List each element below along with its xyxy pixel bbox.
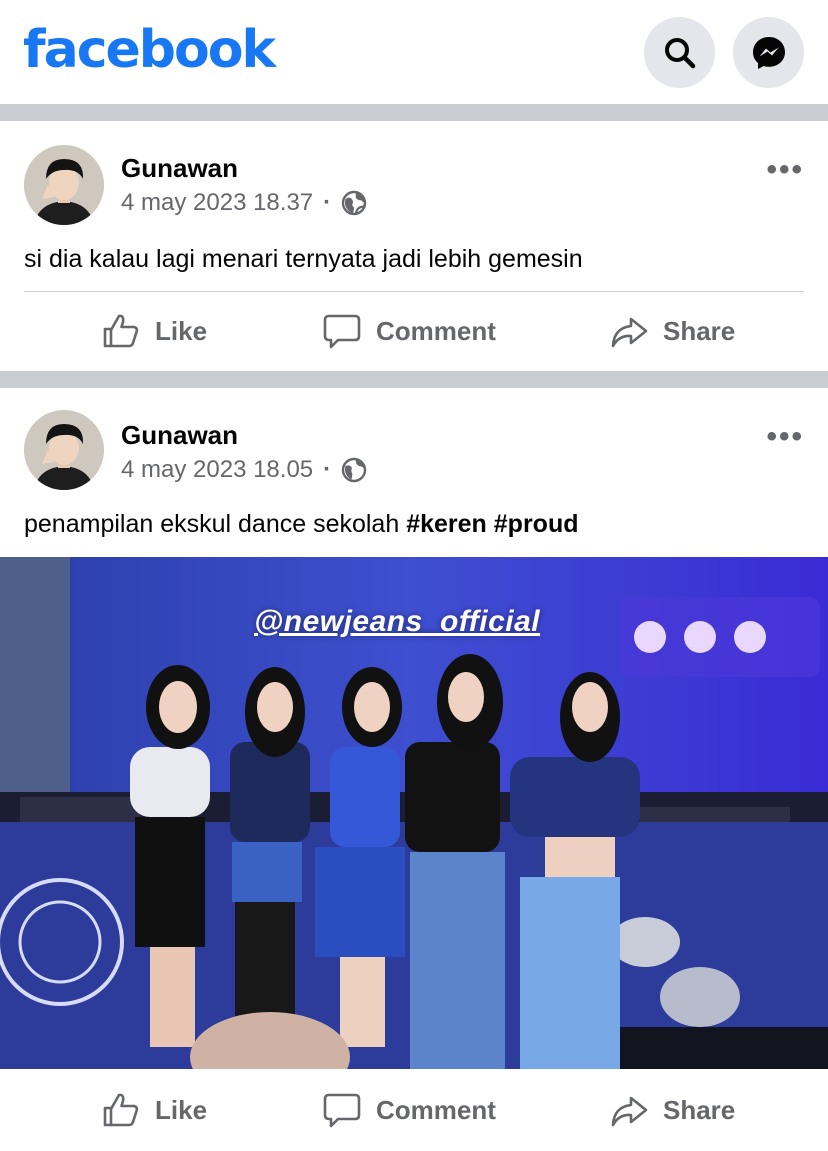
feed-divider xyxy=(0,371,828,388)
share-label: Share xyxy=(663,315,736,346)
search-icon xyxy=(664,37,695,68)
more-options-icon[interactable]: ••• xyxy=(766,420,804,454)
comment-label: Comment xyxy=(376,1094,496,1125)
post-text: penampilan ekskul dance sekolah #keren #… xyxy=(24,510,579,539)
feed-post: Gunawan 4 may 2023 18.37 · ••• si dia ka… xyxy=(0,121,828,371)
share-label: Share xyxy=(663,1094,736,1125)
avatar-photo xyxy=(24,410,104,490)
like-icon xyxy=(103,1093,139,1127)
share-icon xyxy=(611,1096,648,1127)
top-bar: facebook xyxy=(0,0,828,104)
messenger-button[interactable] xyxy=(733,17,804,88)
post-timestamp[interactable]: 4 may 2023 18.05 xyxy=(121,456,313,484)
share-button[interactable]: Share xyxy=(609,1072,735,1148)
search-button[interactable] xyxy=(644,17,715,88)
avatar[interactable] xyxy=(24,410,104,490)
comment-button[interactable]: Comment xyxy=(322,1072,496,1148)
globe-icon xyxy=(341,190,367,216)
post-author[interactable]: Gunawan xyxy=(121,153,238,184)
post-text-body: penampilan ekskul dance sekolah xyxy=(24,510,400,538)
like-icon xyxy=(103,314,139,348)
post-actions: Like Comment Share xyxy=(0,1072,828,1148)
post-separator xyxy=(24,291,804,292)
photo-watermark: @newjeans_official xyxy=(254,605,541,638)
more-options-icon[interactable]: ••• xyxy=(766,153,804,187)
avatar-photo xyxy=(24,145,104,225)
post-text: si dia kalau lagi menari ternyata jadi l… xyxy=(24,245,583,273)
post-meta: 4 may 2023 18.37 · xyxy=(121,189,367,217)
comment-icon xyxy=(323,1093,361,1128)
post-actions: Like Comment Share xyxy=(0,293,828,369)
like-button[interactable]: Like xyxy=(101,293,207,369)
comment-icon xyxy=(323,314,361,349)
share-button[interactable]: Share xyxy=(609,293,735,369)
meta-separator: · xyxy=(323,456,332,483)
like-button[interactable]: Like xyxy=(101,1072,207,1148)
post-timestamp[interactable]: 4 may 2023 18.37 xyxy=(121,189,313,217)
like-label: Like xyxy=(155,1094,208,1125)
facebook-logo[interactable]: facebook xyxy=(23,20,276,80)
like-label: Like xyxy=(155,315,208,346)
meta-separator: · xyxy=(323,189,332,216)
avatar[interactable] xyxy=(24,145,104,225)
post-author[interactable]: Gunawan xyxy=(121,420,238,451)
hashtag-link[interactable]: #keren xyxy=(406,510,487,538)
comment-label: Comment xyxy=(376,315,496,346)
messenger-icon xyxy=(752,36,785,69)
feed-divider xyxy=(0,104,828,121)
globe-icon xyxy=(341,457,367,483)
feed-post: Gunawan 4 may 2023 18.05 · ••• penampila… xyxy=(0,388,828,1151)
comment-button[interactable]: Comment xyxy=(322,293,496,369)
post-photo[interactable]: @newjeans_official xyxy=(0,557,828,1069)
share-icon xyxy=(611,317,648,348)
post-meta: 4 may 2023 18.05 · xyxy=(121,456,367,484)
hashtag-link[interactable]: #proud xyxy=(494,510,579,538)
